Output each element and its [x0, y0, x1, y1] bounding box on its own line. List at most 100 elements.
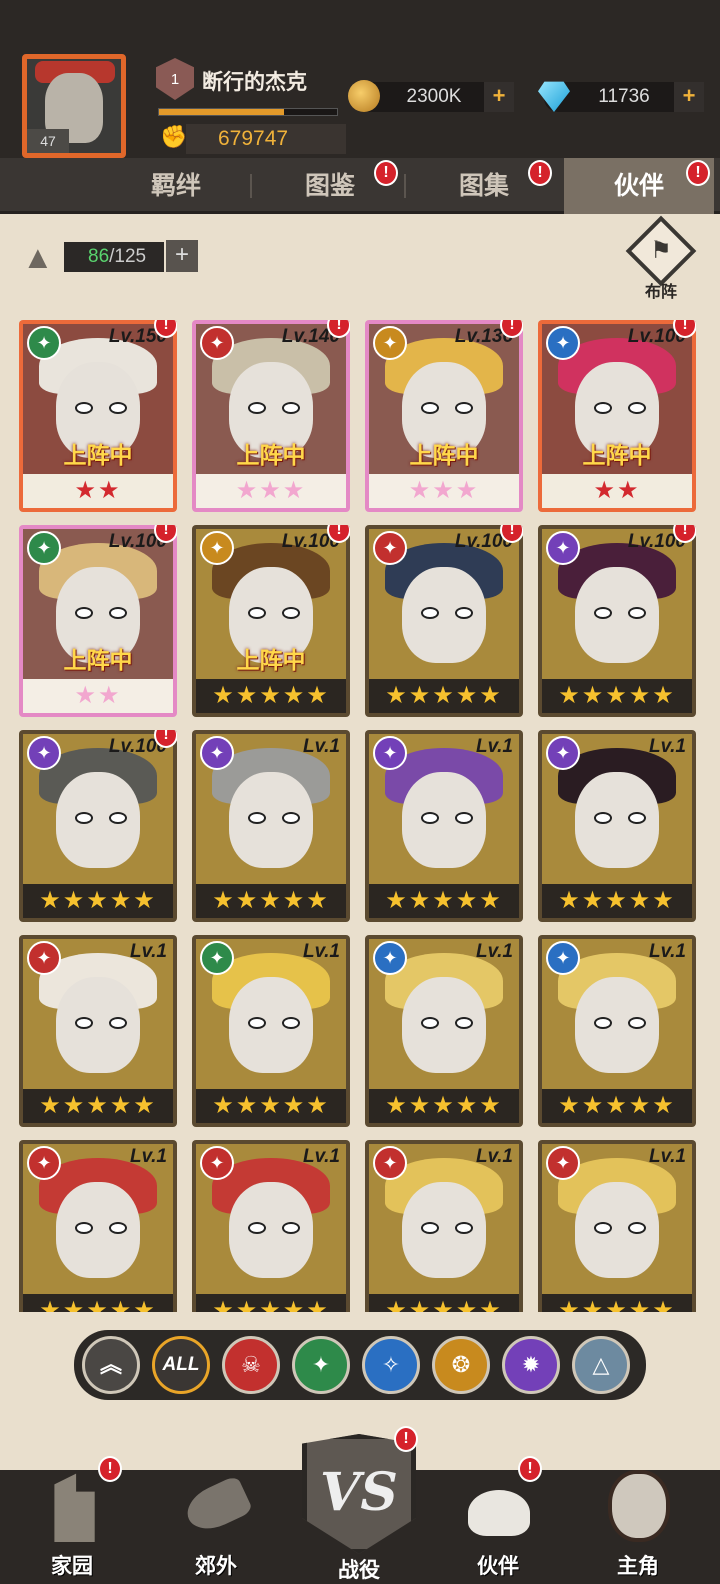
- element-filter-bar: ︽ ALL ☠ ✦ ✧ ❂ ✹ △: [74, 1330, 646, 1400]
- red-element-filter[interactable]: ☠: [222, 1336, 280, 1394]
- portrait-eye-art: [75, 607, 93, 619]
- portrait-eye-art: [628, 812, 646, 824]
- purple-element-icon: ✦: [373, 736, 407, 770]
- portrait-eye-art: [594, 402, 612, 414]
- star-rating: ★★★★★: [196, 679, 346, 713]
- portrait-face-art: [402, 977, 486, 1073]
- portrait-eye-art: [594, 1017, 612, 1029]
- portrait-eye-art: [421, 607, 439, 619]
- partner-card[interactable]: ✦ Lv.140 上阵中 ★★★!: [192, 320, 350, 512]
- tab-bar: 羁绊 图鉴 ! 图集 ! 伙伴 !: [0, 158, 720, 214]
- all-filter[interactable]: ALL: [152, 1336, 210, 1394]
- tab-label: 伙伴: [613, 172, 664, 200]
- partner-card[interactable]: ✦ Lv.1 ★★★★★: [19, 935, 177, 1127]
- hero-portrait-icon: [608, 1470, 670, 1542]
- partner-card[interactable]: ✦ Lv.100 ★★★★★!: [19, 730, 177, 922]
- partner-card[interactable]: ✦ Lv.100 ★★★★★!: [538, 525, 696, 717]
- portrait-face-art: [402, 1182, 486, 1278]
- partner-card[interactable]: ✦ Lv.1 ★★★★★: [192, 935, 350, 1127]
- nav-label: 伙伴: [477, 1555, 519, 1578]
- tab-codex[interactable]: 图鉴 !: [254, 158, 406, 214]
- fist-icon: ✊: [160, 124, 188, 149]
- nav-battle[interactable]: VS ! 战役: [294, 1426, 424, 1584]
- portrait-face-art: [575, 567, 659, 663]
- partner-card[interactable]: ✦ Lv.1 ★★★★★: [365, 935, 523, 1127]
- partner-card[interactable]: ✦ Lv.1 ★★★★★: [538, 730, 696, 922]
- tab-gallery[interactable]: 图集 !: [408, 158, 560, 214]
- partner-level: Lv.1: [476, 736, 513, 757]
- formation-label: 布阵: [644, 284, 677, 301]
- partner-grid: ✦ Lv.150 上阵中 ★★! ✦ Lv.140 上阵中 ★★★! ✦ Lv.136 上阵中 ★★★…: [17, 318, 707, 1312]
- on-team-label: 上阵中: [582, 442, 652, 468]
- portrait-eye-art: [109, 402, 127, 414]
- partner-card[interactable]: ✦ Lv.100 ★★★★★!: [365, 525, 523, 717]
- on-team-label: 上阵中: [63, 442, 133, 468]
- star-rating: ★★: [23, 679, 173, 713]
- combat-power: 679747: [186, 124, 346, 154]
- purple-element-filter[interactable]: ✹: [502, 1336, 560, 1394]
- partner-card[interactable]: ✦ Lv.100 上阵中 ★★!: [538, 320, 696, 512]
- portrait-eye-art: [455, 607, 473, 619]
- partner-card[interactable]: ✦ Lv.1 ★★★★★: [365, 730, 523, 922]
- partner-card[interactable]: ✦ Lv.1 ★★★★★: [538, 1140, 696, 1312]
- formation-button[interactable]: ⚑ 布阵: [625, 215, 697, 301]
- partner-card[interactable]: ✦ Lv.1 ★★★★★: [192, 1140, 350, 1312]
- fedora-hat-icon: [468, 1490, 530, 1536]
- red-element-icon: ✦: [200, 1146, 234, 1180]
- portrait-eye-art: [628, 1017, 646, 1029]
- red-element-icon: ✦: [27, 941, 61, 975]
- expand-roster-button[interactable]: +: [166, 240, 198, 272]
- partner-card[interactable]: ✦ Lv.100 上阵中 ★★★★★!: [192, 525, 350, 717]
- roster-count-current: 86: [88, 246, 110, 267]
- nav-protagonist[interactable]: 主角: [588, 1470, 688, 1584]
- portrait-eye-art: [628, 402, 646, 414]
- alert-badge: !: [98, 1456, 122, 1482]
- red-element-icon: ✦: [200, 326, 234, 360]
- partner-card[interactable]: ✦ Lv.1 ★★★★★: [192, 730, 350, 922]
- partner-card[interactable]: ✦ Lv.1 ★★★★★: [538, 935, 696, 1127]
- green-element-filter[interactable]: ✦: [292, 1336, 350, 1394]
- nav-label: 郊外: [195, 1555, 237, 1578]
- portrait-eye-art: [455, 812, 473, 824]
- alert-badge: !: [528, 160, 552, 186]
- star-rating: ★★★★★: [196, 1089, 346, 1123]
- portrait-eye-art: [109, 1017, 127, 1029]
- partner-card[interactable]: ✦ Lv.150 上阵中 ★★!: [19, 320, 177, 512]
- on-team-label: 上阵中: [236, 647, 306, 673]
- on-team-label: 上阵中: [63, 647, 133, 673]
- partner-card[interactable]: ✦ Lv.1 ★★★★★: [365, 1140, 523, 1312]
- add-gems-button[interactable]: +: [674, 82, 704, 112]
- portrait-eye-art: [282, 402, 300, 414]
- player-avatar[interactable]: 47: [22, 54, 126, 158]
- portrait-eye-art: [248, 607, 266, 619]
- gold-coin-icon: [348, 80, 380, 112]
- nav-partners[interactable]: ! 伙伴: [448, 1456, 548, 1584]
- gold-element-filter[interactable]: ❂: [432, 1336, 490, 1394]
- partner-level: Lv.1: [649, 736, 686, 757]
- partner-card[interactable]: ✦ Lv.1 ★★★★★: [19, 1140, 177, 1312]
- star-rating: ★★★★★: [23, 1089, 173, 1123]
- tab-partners[interactable]: 伙伴 !: [564, 158, 714, 214]
- portrait-eye-art: [421, 1017, 439, 1029]
- portrait-eye-art: [75, 1222, 93, 1234]
- tab-bonds[interactable]: 羁绊: [100, 158, 252, 214]
- portrait-face-art: [229, 772, 313, 868]
- upgrade-filter[interactable]: ︽: [82, 1336, 140, 1394]
- portrait-eye-art: [282, 1222, 300, 1234]
- partner-level: Lv.1: [476, 941, 513, 962]
- star-rating: ★★★★★: [369, 1089, 519, 1123]
- portrait-eye-art: [109, 812, 127, 824]
- partner-card[interactable]: ✦ Lv.100 上阵中 ★★!: [19, 525, 177, 717]
- xp-bar: [158, 108, 338, 116]
- portrait-face-art: [402, 567, 486, 663]
- partner-card[interactable]: ✦ Lv.136 上阵中 ★★★!: [365, 320, 523, 512]
- gold-counter: 2300K +: [348, 80, 514, 112]
- nav-home[interactable]: ! 家园: [22, 1456, 122, 1584]
- partner-level: Lv.1: [130, 941, 167, 962]
- star-rating: ★★★★★: [23, 1294, 173, 1312]
- nav-outskirts[interactable]: 郊外: [166, 1470, 266, 1584]
- grey-element-filter[interactable]: △: [572, 1336, 630, 1394]
- add-gold-button[interactable]: +: [484, 82, 514, 112]
- portrait-face-art: [575, 977, 659, 1073]
- blue-element-filter[interactable]: ✧: [362, 1336, 420, 1394]
